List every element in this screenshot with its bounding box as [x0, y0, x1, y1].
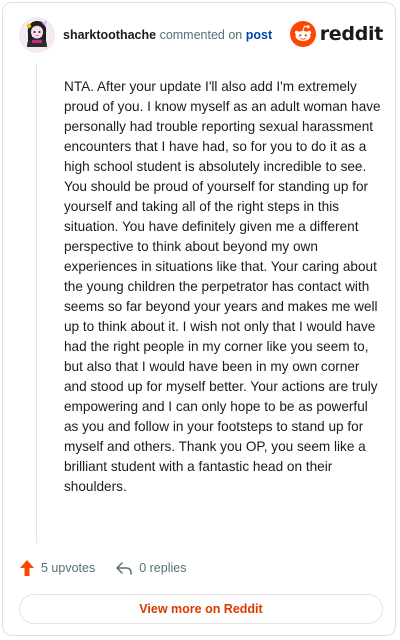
thread-line[interactable]: [36, 63, 37, 543]
reddit-logo-icon: [289, 21, 316, 47]
comment-header: sharktoothache commented on post reddit: [19, 17, 383, 53]
comment-body: NTA. After your update I'll also add I'm…: [64, 79, 381, 494]
commented-on-text: commented on: [156, 28, 246, 42]
reply-arrow-icon: [116, 562, 132, 575]
comment-byline: sharktoothache commented on post: [63, 28, 272, 42]
comment-actions: 5 upvotes 0 replies: [19, 558, 186, 578]
upvote-arrow-icon: [20, 560, 34, 576]
reddit-wordmark: reddit: [319, 23, 384, 45]
comment-card: sharktoothache commented on post reddit …: [2, 2, 396, 636]
post-link[interactable]: post: [246, 28, 272, 42]
upvote-count: 5 upvotes: [41, 561, 96, 575]
reddit-brand[interactable]: reddit: [289, 21, 384, 47]
view-more-button[interactable]: View more on Reddit: [19, 594, 383, 624]
username-link[interactable]: sharktoothache: [63, 28, 156, 42]
reply-count: 0 replies: [139, 561, 187, 575]
reply-button[interactable]: 0 replies: [115, 560, 186, 576]
user-avatar-icon[interactable]: [19, 17, 55, 53]
upvote-button[interactable]: 5 upvotes: [19, 559, 95, 577]
